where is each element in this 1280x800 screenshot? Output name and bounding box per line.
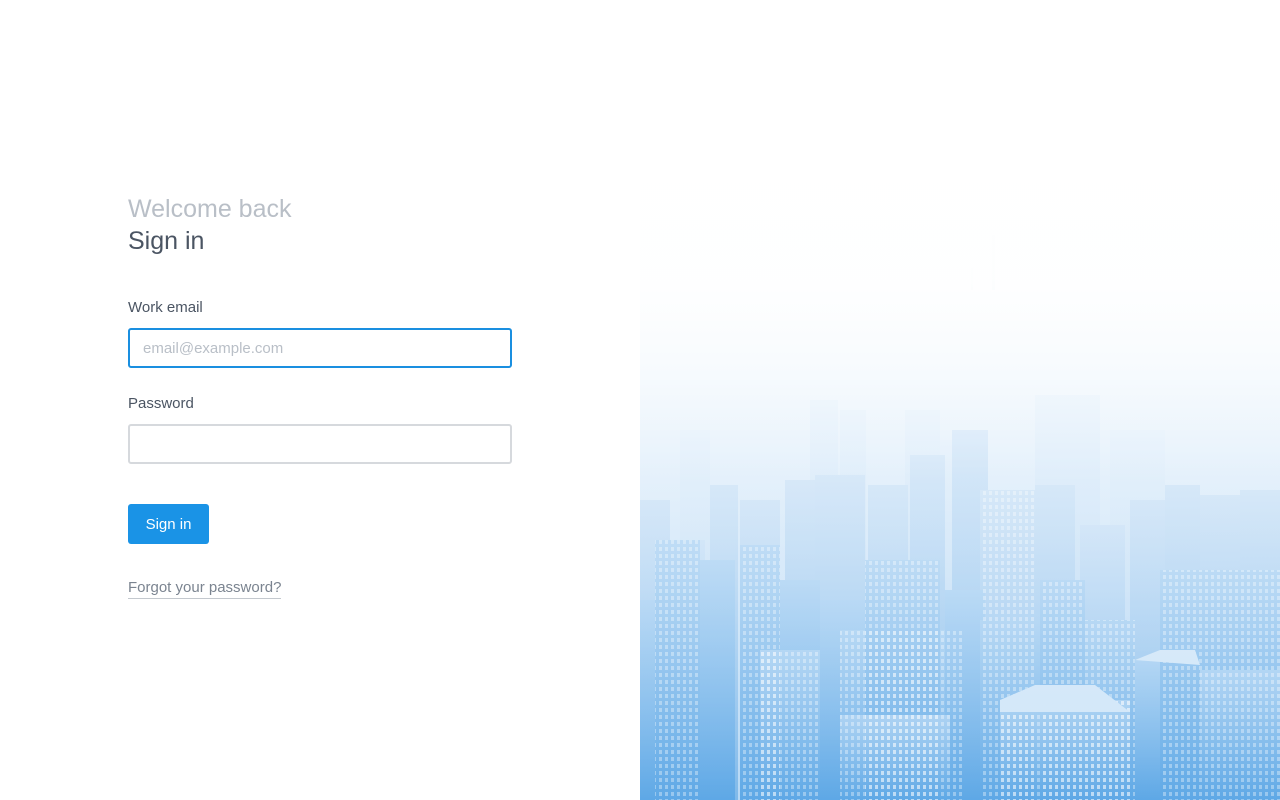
welcome-text: Welcome back <box>128 195 292 223</box>
password-label: Password <box>128 395 194 412</box>
email-field[interactable] <box>128 328 512 368</box>
sign-in-button[interactable]: Sign in <box>128 504 209 544</box>
email-label: Work email <box>128 299 203 316</box>
login-form: Welcome back Sign in Work email Password… <box>128 193 512 599</box>
page-title: Sign in <box>128 227 205 255</box>
login-panel: Welcome back Sign in Work email Password… <box>0 0 640 800</box>
login-page: Welcome back Sign in Work email Password… <box>0 0 1280 800</box>
city-skyline-illustration <box>640 0 1280 800</box>
forgot-password-link[interactable]: Forgot your password? <box>128 579 282 599</box>
password-field[interactable] <box>128 424 512 464</box>
hero-image <box>640 0 1280 800</box>
